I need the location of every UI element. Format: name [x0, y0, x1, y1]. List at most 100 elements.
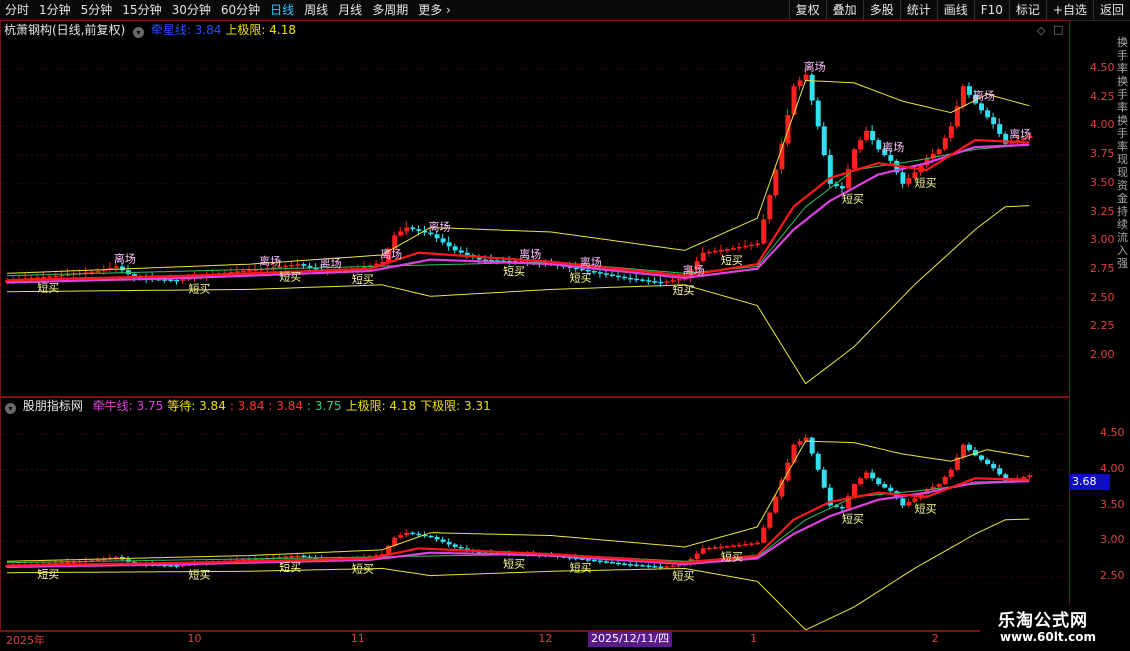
candle [888, 484, 894, 494]
candle [906, 499, 912, 508]
leave-signal-label: 离场 [519, 247, 541, 261]
candle [652, 563, 658, 569]
candle [283, 263, 289, 271]
candle [809, 73, 815, 106]
candle [107, 554, 113, 561]
axis-tick: 4.50 [1100, 426, 1125, 439]
candle [767, 193, 773, 224]
leave-signal-label: 离场 [380, 247, 402, 261]
axis-tick: 3.75 [1090, 147, 1115, 161]
date-axis-label: 1 [750, 632, 758, 645]
toolbar-button-6[interactable]: 标记 [1008, 0, 1046, 20]
leave-signal-label: 离场 [882, 140, 904, 154]
candle [646, 563, 652, 569]
short-buy-signal-label: 短买 [189, 567, 211, 581]
candle [852, 482, 857, 498]
candle [440, 233, 446, 245]
toolbar-button-7[interactable]: +自选 [1045, 0, 1093, 20]
candle [864, 126, 870, 143]
indicator-panel[interactable]: ▾ 股朋指标网 牵牛线: 3.75 等待: 3.84: 3.84: 3.84: 3… [0, 396, 1070, 632]
main-price-chart[interactable]: 离场 离场 离场离场离场离场离场离场离场离场离场离场短买 短买短买 短买短买短买短买短买… [1, 21, 1069, 397]
toolbar-button-5[interactable]: F10 [973, 0, 1009, 20]
main-legend-item-1: 上极限: 4.18 [225, 23, 296, 37]
candle [906, 173, 912, 187]
short-buy-signal-label: 短买 [37, 280, 59, 294]
candle [428, 534, 434, 539]
ind-legend-item-1: 等待: 3.84 [167, 399, 226, 413]
candle [858, 476, 864, 487]
candle [700, 544, 706, 555]
candle [603, 270, 609, 278]
candle [876, 137, 882, 153]
short-buy-signal-label: 短买 [189, 281, 211, 295]
candle [1027, 473, 1033, 479]
toolbar-button-4[interactable]: 画线 [936, 0, 974, 20]
candle [712, 544, 718, 550]
toolbar-button-3[interactable]: 统计 [899, 0, 937, 20]
candle [89, 269, 95, 276]
period-tab-7[interactable]: 周线 [299, 0, 333, 20]
axis-tick: 2.25 [1090, 319, 1115, 333]
candle [954, 100, 960, 129]
short-buy-signal-label: 短买 [721, 253, 743, 267]
leave-signal-label: 离场 [580, 255, 602, 269]
toolbar-button-0[interactable]: 复权 [788, 0, 826, 20]
candle [737, 242, 743, 252]
candle [761, 524, 767, 544]
toolbar-button-2[interactable]: 多股 [862, 0, 900, 20]
cursor-date: 2025/12/11/四 [588, 631, 673, 647]
period-tabs: 分时 1分钟 5分钟 15分钟 30分钟 60分钟 日线 周线 月线 多周期 更多 › [0, 0, 456, 20]
date-axis-label: 10 [187, 632, 202, 645]
candle [845, 163, 851, 192]
short-buy-signal-label: 短买 [279, 269, 301, 283]
period-tab-5[interactable]: 60分钟 [216, 0, 265, 20]
fast-ma-line [6, 477, 1030, 567]
candle [997, 464, 1003, 477]
candle [785, 458, 791, 483]
period-tab-10[interactable]: 更多 › [413, 0, 456, 20]
toolbar-button-1[interactable]: 叠加 [825, 0, 863, 20]
period-tab-2[interactable]: 5分钟 [76, 0, 118, 20]
indicator-menu-icon[interactable]: ▾ [5, 403, 16, 414]
candle [95, 267, 101, 274]
indicator-title: 股朋指标网 [22, 399, 83, 413]
candle [985, 457, 991, 466]
candle [126, 265, 131, 276]
candle [979, 454, 985, 463]
date-axis-label: 2025年 [6, 634, 45, 647]
period-tab-4[interactable]: 30分钟 [167, 0, 216, 20]
short-buy-signal-label: 短买 [915, 175, 937, 189]
candle [458, 544, 464, 550]
toolbar-button-8[interactable]: 返回 [1092, 0, 1130, 20]
period-tab-6[interactable]: 日线 [265, 0, 299, 20]
period-tab-1[interactable]: 1分钟 [34, 0, 76, 20]
candle [458, 246, 464, 255]
ind-legend-item-3: : 3.84 [268, 399, 303, 413]
period-tab-3[interactable]: 15分钟 [117, 0, 166, 20]
axis-tick: 2.50 [1100, 569, 1125, 582]
short-buy-signal-label: 短买 [352, 562, 374, 576]
candle [876, 476, 882, 486]
period-tab-0[interactable]: 分时 [0, 0, 34, 20]
indicator-header: ▾ 股朋指标网 牵牛线: 3.75 等待: 3.84: 3.84: 3.84: 3… [1, 397, 495, 415]
axis-tick: 3.50 [1100, 497, 1125, 511]
period-tab-8[interactable]: 月线 [333, 0, 367, 20]
candle [452, 243, 458, 254]
indicator-chart[interactable]: 短买 短买短买 短买 短买 短买短买短买短买短买 [1, 397, 1069, 631]
candle [628, 561, 634, 568]
ind-legend-item-2: : 3.84 [229, 399, 265, 413]
candle [410, 225, 416, 232]
candle [852, 147, 857, 171]
candle [948, 466, 954, 480]
candle [119, 554, 125, 562]
logo-url: www.60lt.com [1000, 630, 1097, 644]
main-chart-panel[interactable]: 杭萧钢构(日线,前复权) ▾ 牵星线: 3.84 上极限: 4.18 ◇ □ 离场… [0, 20, 1070, 398]
candle [107, 262, 113, 272]
candle [404, 221, 410, 236]
top-toolbar: 分时 1分钟 5分钟 15分钟 30分钟 60分钟 日线 周线 月线 多周期 更多 › 复权 叠加 多股… [0, 0, 1130, 21]
period-tab-9[interactable]: 多周期 [367, 0, 413, 20]
candle [900, 169, 906, 189]
indicator-toggle-icon[interactable]: ▾ [133, 27, 145, 38]
main-legend: 牵星线: 3.84 上极限: 4.18 [151, 23, 300, 37]
candle [404, 529, 410, 538]
